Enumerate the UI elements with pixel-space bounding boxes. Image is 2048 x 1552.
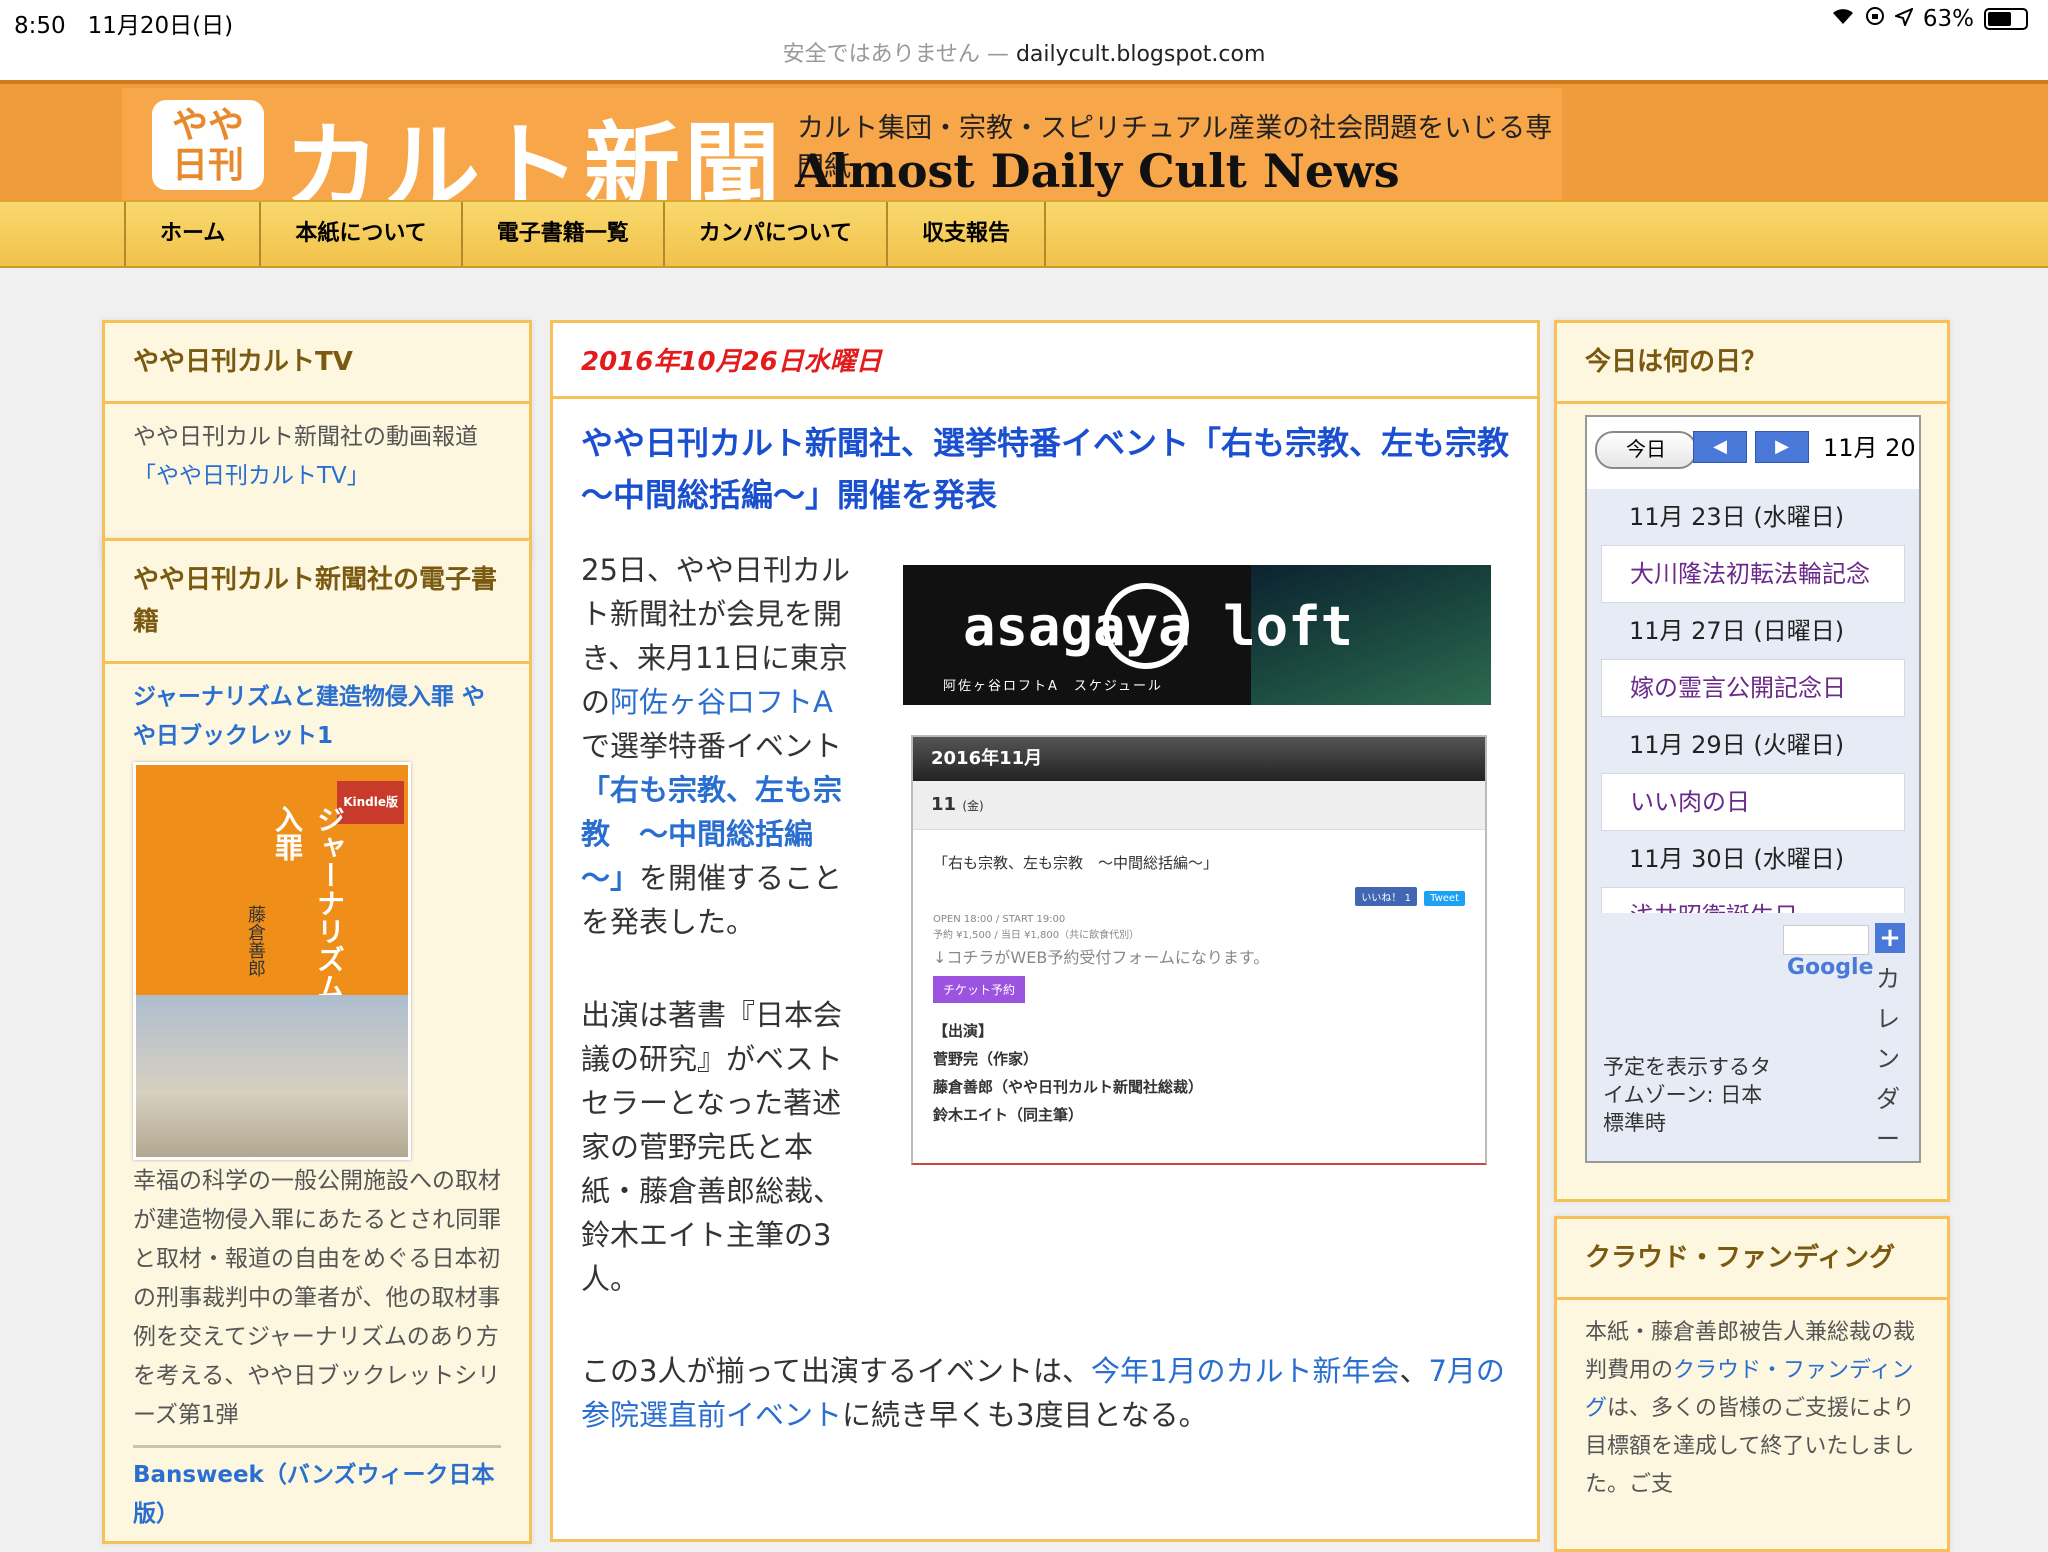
wifi-icon xyxy=(1831,6,1855,32)
calendar-date-range: 11月 20日 xyxy=(1823,434,1919,462)
status-time: 8:50 xyxy=(14,13,66,39)
loft-banner-image[interactable]: asagaya loft 阿佐ヶ谷ロフトA スケジュール xyxy=(903,565,1491,705)
loft-caption: 阿佐ヶ谷ロフトA スケジュール xyxy=(943,679,1163,694)
orientation-lock-icon xyxy=(1865,6,1885,32)
agenda-event[interactable]: 大川隆法初転法輪記念 xyxy=(1601,545,1905,603)
agenda-event[interactable]: 嫁の霊言公開記念日 xyxy=(1601,659,1905,717)
post-date: 2016年10月26日水曜日 xyxy=(553,323,1537,399)
agenda-event[interactable]: 浅井昭衛誕生日 xyxy=(1601,887,1905,913)
calendar-prev-button[interactable]: ◀ xyxy=(1693,431,1747,463)
p3-separator: 、 xyxy=(1399,1354,1429,1388)
sched-weekday: (金) xyxy=(962,799,984,813)
crowdfunding-widget-title: クラウド・ファンディング xyxy=(1557,1219,1947,1300)
sched-cast-1: 菅野完（作家） xyxy=(933,1050,1039,1068)
post-paragraph-3: この3人が揃って出演するイベントは、今年1月のカルト新年会、7月の参院選直前イベ… xyxy=(581,1349,1511,1437)
nav-finance-report[interactable]: 収支報告 xyxy=(888,202,1047,266)
sched-cast-3: 鈴木エイト（同主筆） xyxy=(933,1106,1084,1124)
agenda-date: 11月 27日 (日曜日) xyxy=(1629,617,1845,645)
status-icons: 63% xyxy=(1831,6,2028,32)
nav-about[interactable]: 本紙について xyxy=(261,202,463,266)
nav-donation[interactable]: カンパについて xyxy=(665,202,889,266)
sched-price: 予約 ¥1,500 / 当日 ¥1,800（共に飲食代別） xyxy=(933,930,1140,941)
agenda-event[interactable]: いい肉の日 xyxy=(1601,773,1905,831)
ticket-button[interactable]: チケット予約 xyxy=(933,976,1026,1003)
status-time-date: 8:50 11月20日(日) xyxy=(14,6,233,40)
social-buttons: いいね！ 1 Tweet xyxy=(933,887,1465,906)
calendar-search-field[interactable] xyxy=(1783,925,1869,955)
post-paragraph-1: 25日、やや日刊カルト新聞社が会見を開き、来月11日に東京の阿佐ヶ谷ロフトAで選… xyxy=(581,548,851,944)
site-logo: やや 日刊 xyxy=(152,100,264,190)
p1-text-b: で選挙特番イベント xyxy=(581,729,843,763)
sidebar-crowdfunding-widget: クラウド・ファンディング 本紙・藤倉善郎被告人兼総裁の裁判費用のクラウド・ファン… xyxy=(1554,1216,1950,1552)
battery-fill xyxy=(1988,12,2011,26)
loft-logo-text: asagaya loft xyxy=(963,595,1354,658)
post-paragraph-2: 出演は著書『日本会議の研究』がベストセラーとなった著述家の菅野完氏と本紙・藤倉善… xyxy=(581,998,843,1296)
status-bar: 8:50 11月20日(日) 63% xyxy=(0,0,2048,40)
google-logo: Google xyxy=(1787,955,1874,980)
cover-photo xyxy=(136,995,408,1157)
logo-line2: 日刊 xyxy=(171,145,244,186)
logo-line1: やや xyxy=(171,105,244,146)
sidebar-ebooks-widget: やや日刊カルト新聞社の電子書籍 ジャーナリズムと建造物侵入罪 やや日ブックレット… xyxy=(102,538,532,1544)
crowd-text-b: は、多くの皆様のご支援により目標額を達成して終了いたしました。ご支 xyxy=(1585,1396,1915,1497)
sched-cast-2: 藤倉善郎（やや日刊カルト新聞社総裁） xyxy=(933,1078,1204,1096)
sched-day: 11 (金) xyxy=(913,781,1485,830)
sched-notice: ↓コチラがWEB予約受付フォームになります。 xyxy=(933,944,1465,968)
sidebar-today-widget: 今日は何の日？ 今日 ◀ ▶ 11月 20日 11月 23日 (水曜日) 大川隆… xyxy=(1554,320,1950,1202)
tv-widget-title: やや日刊カルトTV xyxy=(105,323,529,404)
tv-widget-link[interactable]: 「やや日刊カルトTV」 xyxy=(133,457,501,496)
main-nav: ホーム 本紙について 電子書籍一覧 カンパについて 収支報告 xyxy=(0,200,2048,268)
agenda-date: 11月 30日 (水曜日) xyxy=(1629,845,1845,873)
site-header: やや 日刊 カルト新聞 カルト集団・宗教・スピリチュアル産業の社会問題をいじる専… xyxy=(0,80,2048,224)
asagaya-loft-link[interactable]: 阿佐ヶ谷ロフトA xyxy=(610,685,833,719)
tv-widget-text: やや日刊カルト新聞社の動画報道 xyxy=(133,424,478,450)
calendar-agenda[interactable]: 11月 23日 (水曜日) 大川隆法初転法輪記念 11月 27日 (日曜日) 嫁… xyxy=(1587,489,1919,913)
status-date: 11月20日(日) xyxy=(87,13,234,39)
battery-percent: 63% xyxy=(1922,6,1974,32)
add-calendar-plus-icon[interactable]: + xyxy=(1875,923,1905,953)
sched-day-number: 11 xyxy=(931,794,957,815)
new-year-event-link[interactable]: 今年1月のカルト新年会 xyxy=(1091,1354,1399,1388)
location-icon xyxy=(1892,6,1914,32)
ebook1-description: 幸福の科学の一般公開施設への取材が建造物侵入罪にあたるとされ同罪と取材・報道の自… xyxy=(133,1168,501,1428)
battery-icon xyxy=(1984,8,2028,30)
sched-open-time: OPEN 18:00 / START 19:00 xyxy=(933,914,1066,925)
post-title[interactable]: やや日刊カルト新聞社、選挙特番イベント「右も宗教、左も宗教 ～中間総括編～」開催… xyxy=(553,399,1541,527)
calendar-label: カレンダー xyxy=(1876,965,1900,1153)
today-widget-title: 今日は何の日？ xyxy=(1557,323,1947,404)
nav-ebooks[interactable]: 電子書籍一覧 xyxy=(463,202,665,266)
cover-author: 藤倉善郎 xyxy=(245,905,266,977)
ebooks-widget-title: やや日刊カルト新聞社の電子書籍 xyxy=(105,541,529,664)
sched-event-title: 「右も宗教、左も宗教 ～中間総括編～」 xyxy=(933,854,1219,872)
site-english-title: Almost Daily Cult News xyxy=(795,144,1400,198)
sched-month: 2016年11月 xyxy=(913,737,1485,781)
tweet-button[interactable]: Tweet xyxy=(1424,891,1465,906)
sched-cast-head: 【出演】 xyxy=(933,1022,994,1040)
calendar-next-button[interactable]: ▶ xyxy=(1755,431,1809,463)
security-warning: 安全ではありません — xyxy=(782,42,1009,67)
agenda-date: 11月 23日 (水曜日) xyxy=(1629,503,1845,531)
ebook1-title-link[interactable]: ジャーナリズムと建造物侵入罪 やや日ブックレット1 xyxy=(133,678,501,756)
agenda-date: 11月 29日 (火曜日) xyxy=(1629,731,1845,759)
schedule-screenshot[interactable]: 2016年11月 11 (金) 「右も宗教、左も宗教 ～中間総括編～」 いいね！… xyxy=(911,735,1487,1165)
main-post: 2016年10月26日水曜日 やや日刊カルト新聞社、選挙特番イベント「右も宗教、… xyxy=(550,320,1541,1542)
calendar-timezone: 予定を表示するタイムゾーン: 日本標準時 xyxy=(1603,1055,1771,1135)
ebook1-cover-image[interactable]: Kindle版 ジャーナリズムと建造物侵入罪 藤倉善郎 xyxy=(133,762,411,1160)
p3-text-a: この3人が揃って出演するイベントは、 xyxy=(581,1354,1092,1388)
p3-text-b: に続き早くも3度目となる。 xyxy=(842,1398,1208,1432)
sidebar-tv-widget: やや日刊カルトTV やや日刊カルト新聞社の動画報道 「やや日刊カルトTV」 xyxy=(102,320,532,560)
sched-notice-text: ↓コチラがWEB予約受付フォームになります。 xyxy=(933,948,1270,967)
nav-home[interactable]: ホーム xyxy=(126,202,262,266)
fb-like-button[interactable]: いいね！ 1 xyxy=(1355,887,1417,906)
address-bar[interactable]: 安全ではありません — dailycult.blogspot.com xyxy=(0,40,2048,80)
site-banner[interactable]: やや 日刊 カルト新聞 カルト集団・宗教・スピリチュアル産業の社会問題をいじる専… xyxy=(122,88,1562,224)
google-calendar-embed: 今日 ◀ ▶ 11月 20日 11月 23日 (水曜日) 大川隆法初転法輪記念 … xyxy=(1585,415,1921,1163)
calendar-today-button[interactable]: 今日 xyxy=(1595,431,1697,469)
ebook2-title-link[interactable]: Bansweek（バンズウィーク日本版） xyxy=(133,1445,501,1534)
url-host: dailycult.blogspot.com xyxy=(1015,42,1266,67)
